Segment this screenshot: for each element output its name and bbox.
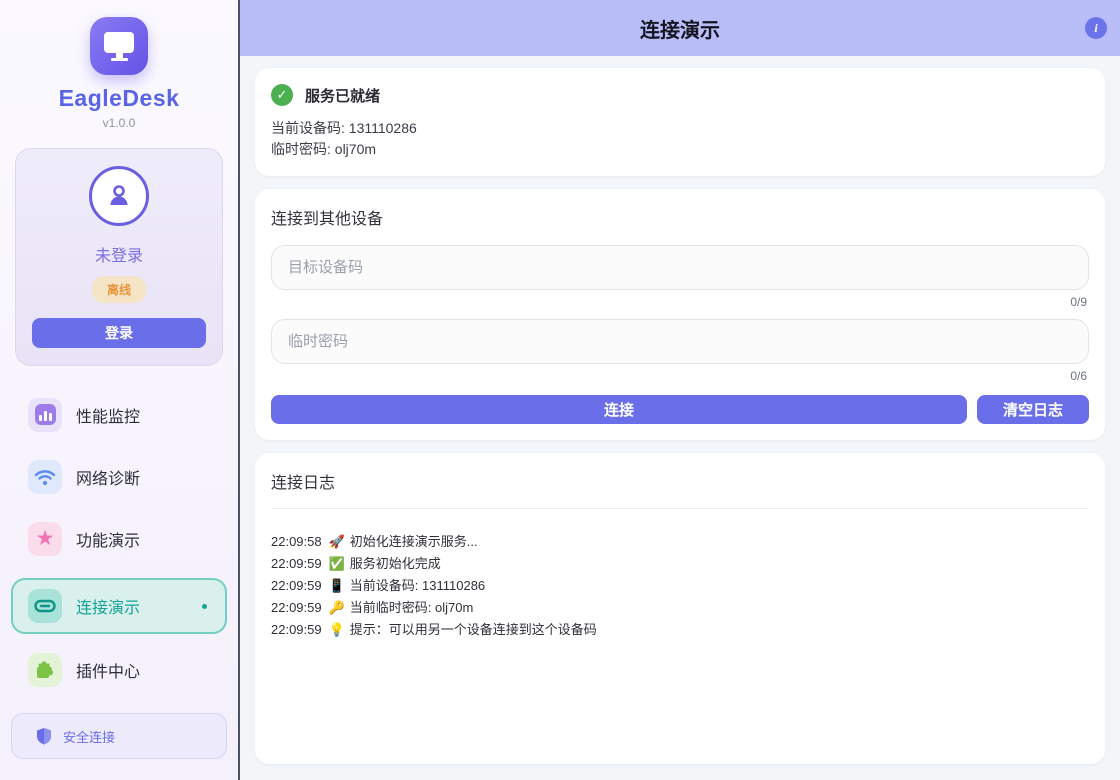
connect-button[interactable]: 连接 — [271, 395, 967, 424]
star-icon: ★ — [28, 522, 62, 556]
wifi-icon — [28, 460, 62, 494]
rocket-icon: 🚀 — [329, 531, 345, 553]
sidebar-item-label: 插件中心 — [76, 658, 140, 682]
service-ready-title: 服务已就绪 — [305, 85, 380, 106]
monitor-icon — [104, 32, 134, 61]
temp-password-line: 临时密码: olj70m — [271, 139, 1089, 160]
page-header: 连接演示 i — [240, 0, 1120, 56]
login-status-text: 未登录 — [95, 242, 143, 266]
active-indicator-dot — [202, 604, 207, 609]
page-title: 连接演示 — [640, 14, 720, 43]
sidebar-menu: 性能监控 网络诊断 ★ 功能演示 — [0, 392, 238, 709]
secure-connection-label: 安全连接 — [63, 727, 115, 746]
main-area: 连接演示 i ✓ 服务已就绪 当前设备码: 131110286 临时密码: ol… — [240, 0, 1120, 780]
clear-log-button[interactable]: 清空日志 — [977, 395, 1089, 424]
sidebar-item-plugins[interactable]: 插件中心 — [11, 647, 227, 692]
check-circle-icon: ✓ — [271, 84, 293, 106]
device-code-counter: 0/9 — [271, 295, 1087, 309]
temp-password-input[interactable] — [271, 319, 1089, 364]
user-card: 未登录 离线 登录 — [15, 148, 223, 366]
app-version: v1.0.0 — [103, 116, 136, 130]
sidebar-item-network[interactable]: 网络诊断 — [11, 454, 227, 499]
info-icon[interactable]: i — [1085, 17, 1107, 39]
key-icon: 🔑 — [329, 597, 345, 619]
log-entry: 22:09:59📱当前设备码: 131110286 — [271, 575, 1089, 597]
service-status-card: ✓ 服务已就绪 当前设备码: 131110286 临时密码: olj70m — [255, 68, 1105, 176]
connect-card-title: 连接到其他设备 — [271, 205, 1089, 229]
app-title: EagleDesk — [59, 85, 180, 112]
sidebar-item-label: 连接演示 — [76, 594, 140, 618]
sidebar-item-label: 性能监控 — [76, 403, 140, 427]
target-device-input[interactable] — [271, 245, 1089, 290]
phone-icon: 📱 — [329, 575, 345, 597]
link-icon — [28, 589, 62, 623]
avatar — [89, 166, 149, 226]
log-list: 22:09:58🚀初始化连接演示服务... 22:09:59✅服务初始化完成 2… — [271, 509, 1089, 641]
person-icon — [104, 181, 134, 211]
content-area: ✓ 服务已就绪 当前设备码: 131110286 临时密码: olj70m 连接… — [240, 56, 1120, 780]
password-counter: 0/6 — [271, 369, 1087, 383]
log-entry: 22:09:58🚀初始化连接演示服务... — [271, 531, 1089, 553]
bar-chart-icon — [28, 398, 62, 432]
connect-card: 连接到其他设备 0/9 0/6 连接 清空日志 — [255, 189, 1105, 440]
sidebar: EagleDesk v1.0.0 未登录 离线 登录 性能监控 — [0, 0, 240, 780]
app-logo — [90, 17, 148, 75]
bulb-icon: 💡 — [329, 619, 345, 641]
sidebar-item-label: 功能演示 — [76, 527, 140, 551]
secure-connection-badge: 安全连接 — [11, 713, 227, 759]
sidebar-item-label: 网络诊断 — [76, 465, 140, 489]
log-entry: 22:09:59🔑当前临时密码: olj70m — [271, 597, 1089, 619]
sidebar-item-features[interactable]: ★ 功能演示 — [11, 516, 227, 561]
puzzle-icon — [28, 653, 62, 687]
connection-log-card: 连接日志 22:09:58🚀初始化连接演示服务... 22:09:59✅服务初始… — [255, 453, 1105, 764]
status-badge: 离线 — [92, 276, 146, 303]
shield-icon — [36, 727, 52, 745]
log-entry: 22:09:59💡提示：可以用另一个设备连接到这个设备码 — [271, 619, 1089, 641]
check-icon: ✅ — [329, 553, 345, 575]
sidebar-item-performance[interactable]: 性能监控 — [11, 392, 227, 437]
log-card-title: 连接日志 — [271, 469, 1089, 509]
log-entry: 22:09:59✅服务初始化完成 — [271, 553, 1089, 575]
device-code-line: 当前设备码: 131110286 — [271, 118, 1089, 139]
sidebar-item-connection[interactable]: 连接演示 — [11, 578, 227, 634]
login-button[interactable]: 登录 — [32, 318, 206, 348]
